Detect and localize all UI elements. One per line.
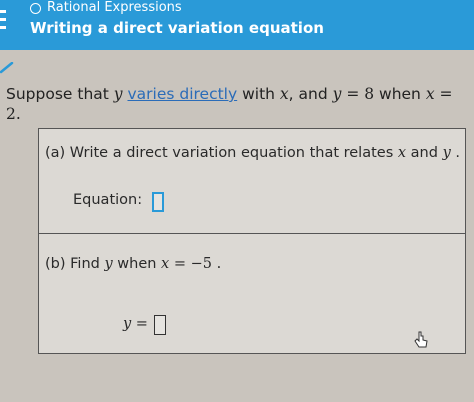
problem-statement: Suppose that y varies directly with x, a…	[6, 85, 453, 123]
progress-check-icon	[0, 62, 14, 74]
part-a-question: (a) Write a direct variation equation th…	[45, 145, 460, 161]
lesson-title: Writing a direct variation equation	[30, 19, 324, 37]
top-header: Rational Expressions Writing a direct va…	[0, 0, 474, 50]
mouse-cursor-icon	[414, 331, 428, 348]
equation-label: Equation:	[73, 192, 143, 208]
answer-label: y =	[123, 316, 148, 332]
chapter-title: Rational Expressions	[47, 0, 182, 15]
varies-directly-link[interactable]: varies directly	[127, 85, 237, 103]
menu-icon[interactable]	[0, 10, 8, 32]
part-a: (a) Write a direct variation equation th…	[39, 129, 465, 234]
chapter-circle-icon	[30, 3, 41, 14]
part-b-question: (b) Find y when x = −5 .	[45, 256, 222, 272]
equation-input[interactable]	[152, 192, 164, 212]
y-answer-input[interactable]	[154, 315, 166, 335]
part-b: (b) Find y when x = −5 . y =	[39, 234, 465, 353]
answer-panel: (a) Write a direct variation equation th…	[38, 128, 466, 354]
